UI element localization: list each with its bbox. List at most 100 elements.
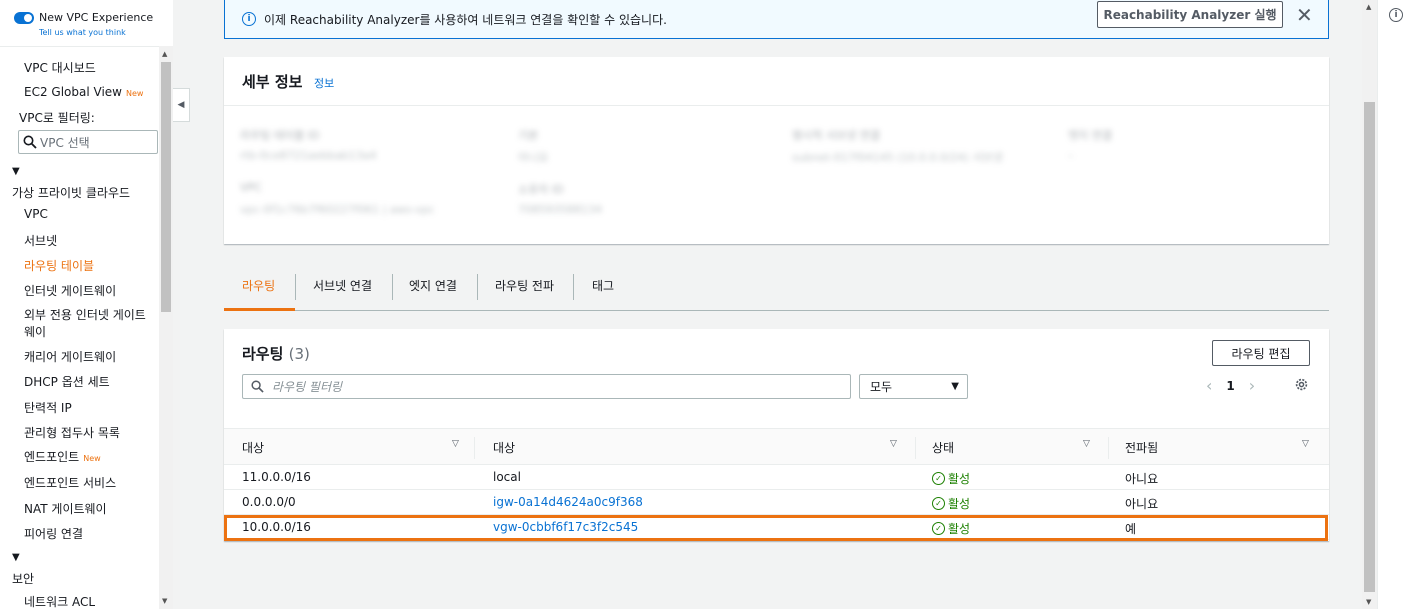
column-divider [915, 437, 916, 459]
sidebar-item-network-acl[interactable]: 네트워크 ACL [24, 593, 95, 609]
banner-message: 이제 Reachability Analyzer를 사용하여 네트워크 연결을 … [264, 12, 667, 27]
sort-down-icon[interactable]: ▽ [452, 439, 459, 449]
main-scroll-thumb[interactable] [1364, 102, 1375, 592]
tab-tags[interactable]: 태그 [592, 277, 614, 294]
tab-divider [477, 274, 478, 300]
caret-down-icon[interactable]: ▼ [12, 166, 20, 177]
scroll-up-icon[interactable]: ▲ [1366, 3, 1371, 11]
sort-down-icon[interactable]: ▽ [1302, 439, 1309, 449]
chevron-left-icon[interactable]: ‹ [1206, 376, 1212, 395]
console-root: New VPC Experience Tell us what you thin… [0, 0, 1425, 609]
cell-destination: 0.0.0.0/0 [242, 495, 296, 509]
field-label: 기본 [518, 129, 539, 142]
toggle-switch[interactable] [14, 11, 34, 24]
chevron-left-icon: ◀ [177, 100, 185, 110]
tab-route-propagation[interactable]: 라우팅 전파 [495, 277, 554, 294]
info-icon: i [242, 12, 256, 26]
route-filter-placeholder: 라우팅 필터링 [272, 380, 343, 394]
column-status[interactable]: 상태 [932, 439, 954, 456]
sidebar-scrollbar[interactable]: ▲ ▼ [159, 46, 173, 609]
sidebar-item-carrier-gateways[interactable]: 캐리어 게이트웨이 [24, 348, 116, 365]
routes-panel: 라우팅 (3) 라우팅 편집 라우팅 필터링 모두 ▼ ‹ 1 › 대상 ▽ 대… [224, 329, 1329, 541]
tab-edge-associations[interactable]: 엣지 연결 [409, 277, 457, 294]
field-label: 엣지 연결 [1068, 129, 1112, 142]
route-scope-value: 모두 [870, 380, 893, 394]
tab-divider [295, 274, 296, 300]
caret-down-icon[interactable]: ▼ [12, 552, 20, 563]
sidebar-item-nat-gateways[interactable]: NAT 게이트웨이 [24, 500, 107, 517]
sidebar-item-route-tables[interactable]: 라우팅 테이블 [24, 257, 94, 274]
details-info-link[interactable]: 정보 [314, 75, 334, 91]
edit-routes-button[interactable]: 라우팅 편집 [1212, 340, 1310, 366]
tab-divider [573, 274, 574, 300]
gear-icon[interactable] [1294, 377, 1309, 392]
new-badge: New [125, 89, 144, 98]
sidebar-item-subnets[interactable]: 서브넷 [24, 232, 57, 249]
field-label: 명시적 서브넷 연결 [792, 129, 880, 142]
active-tab-indicator [224, 308, 295, 311]
vpc-filter-placeholder: VPC 선택 [40, 135, 90, 150]
sidebar-item-endpoint-services[interactable]: 엔드포인트 서비스 [24, 474, 116, 491]
details-fields-redacted: 라우팅 테이블 ID rtb-0ce8721aebbab13a4 기본 아니요 … [240, 117, 1165, 227]
routes-title-text: 라우팅 [242, 345, 284, 363]
sidebar-item-internet-gateways[interactable]: 인터넷 게이트웨이 [24, 282, 116, 299]
sidebar-item-prefix-lists[interactable]: 관리형 접두사 목록 [24, 424, 120, 441]
column-target[interactable]: 대상 [493, 439, 515, 456]
routes-table-header: 대상 ▽ 대상 ▽ 상태 ▽ 전파됨 ▽ [224, 428, 1329, 465]
scroll-down-icon[interactable]: ▼ [162, 597, 167, 605]
sort-down-icon[interactable]: ▽ [1083, 439, 1090, 449]
route-scope-select[interactable]: 모두 ▼ [859, 374, 968, 399]
sidebar-item-endpoints[interactable]: 엔드포인트 New [24, 448, 101, 465]
highlighted-row-outline [224, 515, 1328, 541]
main-scrollbar[interactable]: ▲ ▼ [1362, 0, 1377, 609]
routes-count: (3) [288, 345, 310, 363]
scroll-down-icon[interactable]: ▼ [1366, 598, 1371, 606]
tab-routes[interactable]: 라우팅 [242, 277, 275, 294]
info-icon[interactable]: i [1389, 8, 1403, 22]
sidebar-item-elastic-ips[interactable]: 탄력적 IP [24, 399, 72, 416]
sidebar-item-global-view[interactable]: EC2 Global View New [24, 85, 143, 99]
sidebar-item-dashboard[interactable]: VPC 대시보드 [24, 59, 96, 76]
column-divider [1108, 437, 1109, 459]
help-panel-rail: i [1377, 0, 1425, 609]
chevron-right-icon[interactable]: › [1249, 376, 1255, 395]
pagination: ‹ 1 › [1206, 376, 1255, 395]
toggle-label: New VPC Experience [39, 11, 154, 24]
column-divider [474, 437, 475, 459]
new-badge: New [83, 454, 101, 463]
field-value: subnet-017f04145 (10.0.0.0/24) 서브넷 [792, 151, 1003, 164]
sidebar-item-label: EC2 Global View [24, 85, 122, 99]
table-row[interactable]: 11.0.0.0/16 local ✓ 활성 아니요 [224, 465, 1329, 490]
current-page[interactable]: 1 [1226, 379, 1234, 393]
caret-down-icon: ▼ [951, 381, 959, 392]
column-destination[interactable]: 대상 [242, 439, 264, 456]
sidebar-item-vpc[interactable]: VPC [24, 207, 48, 221]
column-propagated[interactable]: 전파됨 [1125, 439, 1158, 456]
field-label: 소유자 ID [518, 183, 564, 196]
sidebar-divider [0, 46, 173, 47]
collapse-sidebar-button[interactable]: ◀ [173, 88, 190, 122]
status-text: 활성 [948, 472, 971, 486]
cell-status: ✓ 활성 [932, 470, 970, 487]
field-value: 아니요 [518, 151, 549, 164]
close-icon[interactable]: ✕ [1296, 3, 1313, 27]
sidebar-item-egress-only-igw-line2[interactable]: 웨이 [24, 323, 46, 340]
cell-target-link[interactable]: igw-0a14d4624a0c9f368 [493, 495, 643, 509]
scroll-up-icon[interactable]: ▲ [162, 50, 167, 58]
route-filter-input[interactable]: 라우팅 필터링 [242, 374, 851, 399]
sidebar-scroll-thumb[interactable] [161, 62, 171, 312]
sidebar-item-egress-only-igw[interactable]: 외부 전용 인터넷 게이트 [24, 306, 146, 323]
new-vpc-experience-toggle[interactable]: New VPC Experience [14, 11, 153, 24]
sort-down-icon[interactable]: ▽ [890, 439, 897, 449]
sidebar-item-peering[interactable]: 피어링 연결 [24, 525, 83, 542]
field-value: 708593588134 [518, 203, 602, 216]
run-reachability-analyzer-button[interactable]: Reachability Analyzer 실행 [1097, 1, 1283, 28]
feedback-link[interactable]: Tell us what you think [39, 28, 126, 37]
sidebar-item-dhcp-options[interactable]: DHCP 옵션 세트 [24, 373, 110, 390]
search-icon [251, 380, 264, 393]
route-table-tabs: 라우팅 서브넷 연결 엣지 연결 라우팅 전파 태그 [224, 262, 1329, 311]
cell-status: ✓ 활성 [932, 495, 970, 512]
table-row[interactable]: 0.0.0.0/0 igw-0a14d4624a0c9f368 ✓ 활성 아니요 [224, 490, 1329, 515]
tab-subnet-associations[interactable]: 서브넷 연결 [313, 277, 372, 294]
vpc-filter-select[interactable]: VPC 선택 [18, 130, 158, 154]
